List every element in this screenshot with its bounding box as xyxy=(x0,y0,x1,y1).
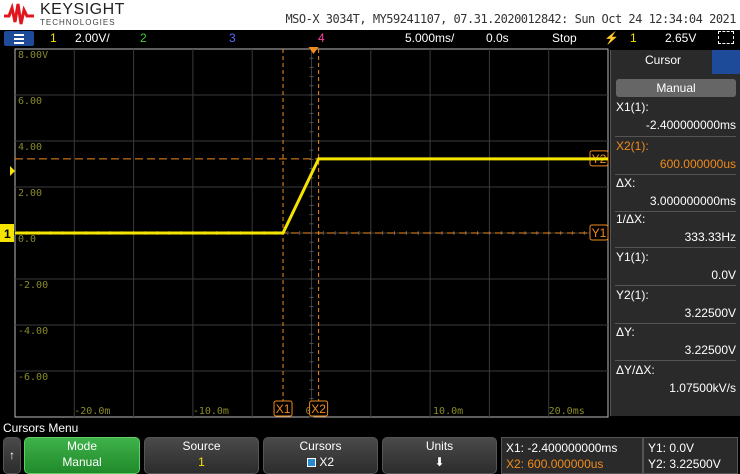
checkbox-icon xyxy=(306,458,316,467)
inv-dx-value: 333.33Hz xyxy=(684,230,736,244)
cursor-mode-display[interactable]: Manual xyxy=(616,79,736,97)
instrument-info: MSO-X 3034T, MY59241107, 07.31.202001284… xyxy=(285,12,736,26)
dy-label: ΔY: xyxy=(616,325,635,339)
channel-1-scale[interactable]: 2.00V/ xyxy=(75,31,110,45)
menu-up-button[interactable]: ↑ xyxy=(3,437,21,474)
panel-title: Cursor xyxy=(644,53,681,67)
y2-value: 3.22500V xyxy=(684,306,736,320)
zoom-select-icon[interactable] xyxy=(718,31,734,44)
trigger-level[interactable]: 2.65V xyxy=(665,31,696,45)
cursor-y1-label: Y1 xyxy=(592,226,607,240)
x1-label: X1(1): xyxy=(616,100,649,114)
y-axis-label: -4.00 xyxy=(18,326,48,337)
y-axis-label: 0.0 xyxy=(18,234,36,245)
y-axis-label: -6.00 xyxy=(18,372,48,383)
y-axis-label: 8.00V xyxy=(18,50,48,61)
y2-label: Y2(1): xyxy=(616,288,649,302)
cursor-y-readout: Y1: 0.0V Y2: 3.22500V xyxy=(643,437,738,474)
header: KEYSIGHT TECHNOLOGIES MSO-X 3034T, MY592… xyxy=(0,0,740,30)
y-axis-label: 2.00 xyxy=(18,188,42,199)
mode-softkey[interactable]: Mode Manual xyxy=(24,437,140,474)
channel-1-button[interactable]: 1 xyxy=(50,31,57,45)
x2-readout: X2: 600.000000us xyxy=(506,457,604,471)
menu-title: Cursors Menu xyxy=(3,421,79,435)
arrow-down-icon: ⬇ xyxy=(434,455,445,469)
graticule[interactable]: 8.00V 6.00 4.00 2.00 0.0 -2.00 -4.00 -6.00 -20.0… xyxy=(0,47,610,420)
channel-2-button[interactable]: 2 xyxy=(140,31,147,45)
status-bar: 1 2.00V/ 2 3 4 5.000ms/ 0.0s Stop ⚡ 1 2.… xyxy=(0,30,740,47)
dydx-value: 1.07500kV/s xyxy=(669,381,736,395)
units-label: Units xyxy=(425,439,454,453)
x1-readout: X1: -2.400000000ms xyxy=(506,441,618,455)
y-axis-label: 4.00 xyxy=(18,142,42,153)
source-label: Source xyxy=(182,439,221,453)
source-softkey[interactable]: Source 1 xyxy=(144,437,259,474)
cursor-x1-label: X1 xyxy=(276,402,291,416)
trigger-level-icon xyxy=(10,166,15,177)
y-axis-label: 6.00 xyxy=(18,96,42,107)
y1-readout: Y1: 0.0V xyxy=(648,441,695,455)
delay[interactable]: 0.0s xyxy=(486,31,509,45)
y-axis-label: -2.00 xyxy=(18,280,48,291)
cursor-x2-label: X2 xyxy=(311,402,326,416)
mode-label: Mode xyxy=(66,439,98,453)
y1-value: 0.0V xyxy=(711,268,736,282)
cursors-label: Cursors xyxy=(299,439,342,453)
keysight-logo-icon xyxy=(4,2,34,25)
trigger-edge-icon: ⚡ xyxy=(604,31,619,45)
panel-menu-icon[interactable] xyxy=(712,50,740,74)
channel-3-button[interactable]: 3 xyxy=(229,31,236,45)
x-axis-label: -10.0m xyxy=(193,406,229,417)
dx-label: ΔX: xyxy=(616,176,636,190)
run-state[interactable]: Stop xyxy=(552,31,577,45)
source-value: 1 xyxy=(198,455,205,469)
dy-value: 3.22500V xyxy=(684,343,736,357)
cursors-value: X2 xyxy=(319,455,335,469)
cursor-x-readout: X1: -2.400000000ms X2: 600.000000us xyxy=(501,437,643,474)
x-axis-label: 20.0ms xyxy=(549,406,585,417)
trigger-source[interactable]: 1 xyxy=(630,31,637,45)
x1-value: -2.400000000ms xyxy=(645,118,736,132)
channel-4-button[interactable]: 4 xyxy=(318,31,325,45)
units-softkey[interactable]: Units ⬇ xyxy=(382,437,497,474)
y1-label: Y1(1): xyxy=(616,250,649,264)
brand: KEYSIGHT xyxy=(40,1,125,18)
y2-readout: Y2: 3.22500V xyxy=(648,457,721,471)
x-axis-label: 10.0m xyxy=(433,406,463,417)
channel-1-marker-label: 1 xyxy=(4,227,11,241)
mode-value: Manual xyxy=(62,455,102,469)
cursors-softkey[interactable]: Cursors X2 xyxy=(263,437,378,474)
x-axis-label: -20.0m xyxy=(74,406,110,417)
main-menu-button[interactable] xyxy=(4,31,34,46)
timebase[interactable]: 5.000ms/ xyxy=(405,31,454,45)
inv-dx-label: 1/ΔX: xyxy=(616,212,646,226)
cursor-panel: Cursor Manual X1(1): -2.400000000ms X2(1… xyxy=(610,50,740,416)
x2-value: 600.000000us xyxy=(659,157,736,171)
brand-sub: TECHNOLOGIES xyxy=(40,18,116,27)
dydx-label: ΔY/ΔX: xyxy=(616,363,655,377)
x2-label: X2(1): xyxy=(616,139,649,153)
dx-value: 3.000000000ms xyxy=(649,194,736,208)
